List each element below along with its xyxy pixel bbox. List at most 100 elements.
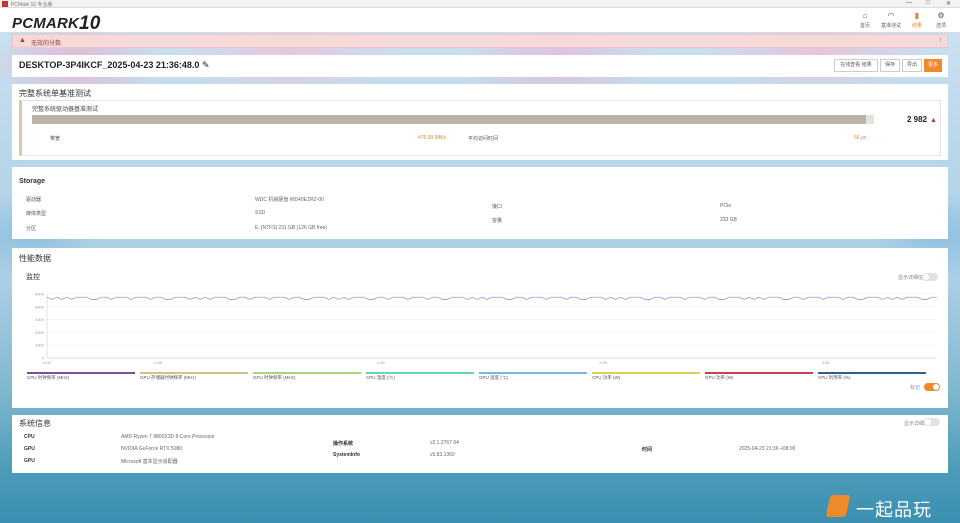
partition-value: E: [NTFS] 231 GB (126 GB free) [255, 225, 327, 231]
legend-label: GPU 功率 (W) [705, 375, 734, 380]
window-title: PCMark 10 专业版 [11, 2, 53, 8]
media-type-label: 媒体类型 [26, 211, 47, 217]
result-title-text: DESKTOP-3P4IKCF_2025-04-23 21:36:48.0 [19, 60, 200, 70]
score-value: 2 982 [907, 115, 928, 124]
nav-results-label: 结果 [911, 23, 922, 29]
systeminfo-value: v5.83.1360 [430, 452, 455, 458]
y-tick-label: 1000 [35, 343, 45, 348]
sysinfo-title: 系统信息 [19, 419, 51, 428]
score-progress-fill [32, 115, 866, 124]
view-online-button[interactable]: 在线查看 结果 [834, 59, 878, 72]
nav-home[interactable]: ⌂ 首页 [853, 11, 877, 29]
details-toggle[interactable] [922, 273, 938, 281]
time-label: 时间 [642, 447, 653, 453]
systeminfo-label: SystemInfo [333, 452, 360, 458]
benchmark-section-title: 完整系统单基准测试 [19, 89, 91, 98]
legend-swatch [27, 372, 135, 374]
legend-label: GPU 时钟频率 (MHz) [253, 375, 296, 380]
nav-benchmarks[interactable]: ◠ 基准测试 [879, 11, 903, 29]
legend-swatch [253, 372, 361, 374]
x-tick-label: 2:30 [599, 360, 608, 365]
markers-toggle-knob [933, 384, 939, 390]
collapse-icon[interactable]: ↑ [939, 37, 943, 44]
cpu-label: CPU [24, 434, 35, 440]
home-icon: ⌂ [862, 11, 868, 20]
watermark-text: 一起品玩 [856, 500, 932, 520]
nav-results[interactable]: ▮ 结果 [905, 11, 929, 29]
performance-title: 性能数据 [19, 254, 51, 263]
logo-text: PCMARK [12, 15, 80, 32]
capacity-value: 233 GB [720, 217, 737, 223]
nav-options[interactable]: ⚙ 选项 [929, 11, 953, 29]
gpu2-label: GPU [24, 458, 35, 464]
gpu2-value: Microsoft 基本显示适配器 [121, 459, 178, 465]
monitoring-chart: 5000400030002000100000:00 0:30 1:30 2:30 3:3… [35, 292, 937, 365]
app-header: PCMARK10 ⌂ 首页 ◠ 基准测试 ▮ 结果 ⚙ 选项 [0, 8, 960, 34]
pcmark-logo: PCMARK10 [12, 12, 101, 34]
warning-text: 无效的分数 [31, 41, 62, 47]
partition-label: 分区 [26, 226, 37, 232]
interface-value: PCIe [720, 203, 732, 209]
drive-label: 驱动器 [26, 197, 42, 203]
gpu-label: GPU [24, 446, 35, 452]
legend-swatch [479, 372, 587, 374]
benchmark-result-box: 完整系统驱动器基准测试 2 982 ▲ 带宽 475.99 MB/s 平均访问时间… [19, 100, 941, 156]
legend-label: GPU 温度 (°C) [479, 375, 509, 380]
os-value: v2.1.2767 64 [430, 440, 459, 446]
legend-swatch [366, 372, 474, 374]
os-label: 操作系统 [333, 441, 354, 447]
system-info-card: 系统信息 显示详细信息 CPU AMD Ryzen 7 9800X3D 8-Co… [12, 415, 948, 473]
drive-value: WDC 机械硬盘 WD40EZRZ-00 [255, 197, 324, 203]
bandwidth-value: 475.99 MB/s [418, 135, 447, 141]
latency-value: 56 μs [854, 135, 867, 141]
result-title: DESKTOP-3P4IKCF_2025-04-23 21:36:48.0 ✎ [19, 60, 210, 71]
legend-label: CPU 时钟频率 (MHz) [27, 375, 70, 380]
interface-label: 接口 [492, 204, 503, 210]
alert-icon: ▲ [930, 117, 937, 124]
legend-swatch [140, 372, 248, 374]
gpu-value: NVIDIA GeForce RTX 5080 [121, 446, 183, 452]
invalid-score-banner[interactable]: ▲ 无效的分数 ↑ [12, 34, 948, 48]
time-value: 2025-04-23 21:36 +08:00 [739, 446, 796, 452]
y-tick-label: 4000 [35, 304, 45, 309]
nav-benchmarks-label: 基准测试 [880, 23, 901, 29]
markers-toggle-label: 标记 [910, 385, 921, 391]
watermark-logo: 一起品玩 [825, 494, 954, 520]
cpu-value: AMD Ryzen 7 9800X3D 8-Core Processor [121, 434, 215, 440]
gauge-icon: ◠ [887, 11, 895, 20]
x-tick-label: 0:00 [43, 360, 52, 365]
markers-toggle[interactable] [924, 383, 940, 391]
benchmark-score: 2 982 ▲ [907, 115, 937, 124]
sysinfo-toggle[interactable] [924, 418, 940, 426]
export-button[interactable]: 导出 [902, 59, 922, 72]
edit-icon[interactable]: ✎ [202, 60, 210, 70]
chart-legend: CPU 时钟频率 (MHz) GPU 存储器时钟频率 (MHz) GPU 时钟频率 … [27, 372, 937, 382]
score-progress-bar [32, 115, 874, 124]
legend-swatch [705, 372, 813, 374]
maximize-button[interactable]: □ [926, 0, 930, 6]
gear-icon: ⚙ [937, 11, 945, 20]
details-toggle-knob [923, 274, 929, 280]
warning-icon: ▲ [19, 37, 26, 44]
window-titlebar: PCMark 10 专业版 — □ ✕ [0, 0, 960, 8]
benchmark-card: 完整系统单基准测试 完整系统驱动器基准测试 2 982 ▲ 带宽 475.99 M… [12, 84, 948, 160]
nav-options-label: 选项 [935, 23, 946, 29]
bar-chart-icon: ▮ [914, 11, 920, 20]
close-button[interactable]: ✕ [946, 0, 951, 7]
x-tick-label: 3:30 [822, 360, 831, 365]
benchmark-subtitle: 完整系统驱动器基准测试 [32, 107, 99, 113]
y-tick-label: 3000 [35, 317, 45, 322]
save-button[interactable]: 保存 [880, 59, 900, 72]
watermark-mark [825, 495, 851, 517]
bandwidth-label: 带宽 [50, 136, 61, 142]
legend-swatch [818, 372, 926, 374]
legend-label: CPU 功率 (W) [592, 375, 621, 380]
x-tick-label: 1:30 [377, 360, 386, 365]
logo-number: 10 [79, 13, 101, 34]
legend-swatch [592, 372, 700, 374]
storage-title: Storage [19, 178, 46, 185]
legend-label: GPU 存储器时钟频率 (MHz) [140, 375, 196, 380]
more-button[interactable]: 更多 [924, 59, 942, 72]
minimize-button[interactable]: — [906, 0, 912, 6]
nav-home-label: 首页 [859, 23, 870, 29]
